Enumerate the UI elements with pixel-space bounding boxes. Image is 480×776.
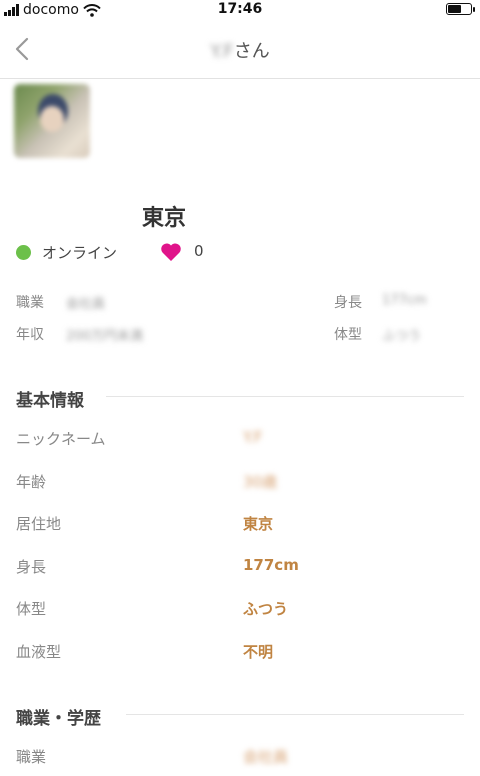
row-label-nickname: ニックネーム (16, 430, 106, 448)
row-label-occupation: 職業 (16, 748, 47, 766)
row-label-residence: 居住地 (16, 515, 62, 533)
section-divider (106, 396, 464, 397)
profile-location: 東京 (142, 206, 187, 231)
nav-bar: Y.Fさん (0, 20, 480, 79)
summary-income-label: 年収 (16, 327, 44, 343)
summary-income-value: 200万円未満 (66, 329, 143, 344)
summary-body-label: 体型 (334, 327, 362, 343)
summary-occupation-label: 職業 (16, 295, 44, 311)
row-label-height: 身長 (16, 558, 47, 576)
status-bar: docomo 17:46 (0, 0, 480, 20)
battery-icon (446, 3, 475, 15)
basic-info-heading: 基本情報 (16, 391, 84, 411)
summary-height-label: 身長 (334, 295, 362, 311)
row-value-body: ふつう (243, 600, 289, 618)
summary-height-value: 177cm (382, 293, 427, 308)
heart-icon[interactable] (160, 242, 182, 262)
row-value-nickname: Y.F (243, 428, 263, 446)
row-label-body: 体型 (16, 600, 47, 618)
summary-occupation-value: 会社員 (66, 297, 106, 312)
title-suffix: さん (233, 41, 270, 62)
title-nickname: Y.F (210, 41, 234, 62)
page-title: Y.Fさん (0, 37, 480, 63)
row-label-age: 年齢 (16, 473, 47, 491)
section-divider (126, 714, 464, 715)
row-value-occupation: 会社員 (243, 748, 289, 766)
row-value-blood-type: 不明 (243, 643, 274, 661)
row-value-height: 177cm (243, 556, 299, 574)
profile-status-row: オンライン 0 (16, 242, 466, 262)
row-value-residence: 東京 (243, 515, 274, 533)
row-value-age: 30歳 (243, 473, 278, 491)
summary-body-value: ふつう (382, 329, 422, 344)
like-count: 0 (194, 242, 204, 260)
battery-level (448, 5, 461, 13)
clock: 17:46 (217, 1, 263, 17)
online-status-icon (16, 245, 31, 260)
career-heading: 職業・学歴 (16, 709, 101, 729)
profile-avatar[interactable] (14, 84, 90, 158)
row-label-blood-type: 血液型 (16, 643, 62, 661)
online-label: オンライン (42, 244, 118, 262)
